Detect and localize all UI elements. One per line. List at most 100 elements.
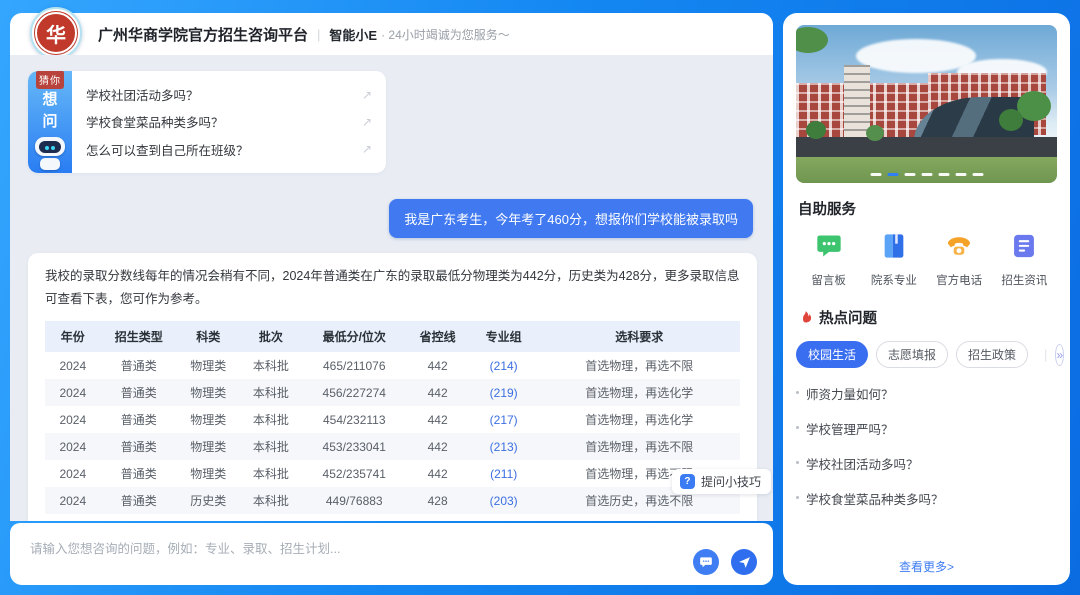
building-base-shape bbox=[796, 137, 1057, 157]
share-arrow-icon: ↗ bbox=[362, 88, 372, 102]
col-header: 批次 bbox=[240, 321, 303, 352]
major-group-link[interactable]: (219) bbox=[490, 386, 518, 400]
bot-answer-card: 我校的录取分数线每年的情况会稍有不同，2024年普通类在广东的录取最低分物理类为… bbox=[28, 253, 757, 521]
carousel-dot[interactable] bbox=[904, 173, 915, 177]
chat-bubble-icon bbox=[699, 555, 713, 569]
carousel-dot-active[interactable] bbox=[887, 173, 898, 177]
suggested-question[interactable]: 学校社团活动多吗？ ↗ bbox=[86, 85, 372, 104]
flame-icon bbox=[798, 310, 813, 325]
tab-policy[interactable]: 招生政策 bbox=[956, 341, 1028, 368]
banner-char: 想 bbox=[42, 89, 57, 111]
col-header: 选科要求 bbox=[538, 321, 740, 352]
hot-questions-header: 热点问题 bbox=[798, 307, 1055, 328]
lawn-shape bbox=[796, 157, 1057, 183]
carousel-dot[interactable] bbox=[955, 173, 966, 177]
quick-chat-button[interactable] bbox=[693, 549, 719, 575]
question-tips-button[interactable]: ? 提问小技巧 bbox=[672, 469, 771, 494]
carousel-dot[interactable] bbox=[870, 173, 881, 177]
col-header: 年份 bbox=[45, 321, 101, 352]
send-button-group bbox=[693, 549, 757, 575]
view-more-link[interactable]: 查看更多> bbox=[899, 558, 954, 575]
share-arrow-icon: ↗ bbox=[362, 115, 372, 129]
hot-question[interactable]: 学校社团活动多吗？ bbox=[796, 446, 1057, 481]
departments-icon bbox=[880, 232, 908, 260]
banner-tag: 猜你 bbox=[36, 71, 64, 89]
robot-mascot-icon bbox=[34, 137, 66, 170]
tree-shape bbox=[806, 121, 826, 139]
table-row: 2024普通类 物理类本科批 465/211076442 (214) 首选物理，… bbox=[45, 352, 740, 379]
table-row: 2024普通类 物理类本科批 454/232113442 (217) 首选物理，… bbox=[45, 406, 740, 433]
title-separator: | bbox=[317, 27, 320, 42]
services-title: 自助服务 bbox=[798, 198, 1055, 219]
major-group-link[interactable]: (211) bbox=[490, 467, 517, 481]
admission-news-icon bbox=[1010, 232, 1038, 260]
message-input-card bbox=[10, 523, 773, 585]
carousel-dot[interactable] bbox=[972, 173, 983, 177]
hot-question[interactable]: 学校食堂菜品种类多吗？ bbox=[796, 481, 1057, 516]
major-group-link[interactable]: (217) bbox=[490, 413, 518, 427]
message-board-icon bbox=[815, 232, 843, 260]
col-header: 省控线 bbox=[406, 321, 469, 352]
admission-score-table: 年份 招生类型 科类 批次 最低分/位次 省控线 专业组 选科要求 2024普通 bbox=[45, 321, 740, 521]
services-row: 留言板 院系专业 官方电话 bbox=[796, 232, 1057, 288]
page: 华 广州华商学院官方招生咨询平台 | 智能小E · 24小时竭诚为您服务～ 猜你… bbox=[0, 0, 1080, 595]
campus-photo-carousel[interactable] bbox=[796, 25, 1057, 183]
info-sidebar: 自助服务 留言板 院系专业 bbox=[783, 13, 1070, 585]
table-row: 2024普通类 历史类本科批 449/76883428 (203) 首选历史，再… bbox=[45, 487, 740, 514]
user-message-bubble: 我是广东考生，今年考了460分，想报你们学校能被录取吗 bbox=[389, 199, 753, 238]
table-row: 2024普通类 物理类本科批 452/235741442 (211) 首选物理，… bbox=[45, 460, 740, 487]
school-logo-emblem: 华 bbox=[35, 12, 77, 54]
header-bar: 华 广州华商学院官方招生咨询平台 | 智能小E · 24小时竭诚为您服务～ bbox=[10, 13, 773, 55]
chat-panel: 华 广州华商学院官方招生咨询平台 | 智能小E · 24小时竭诚为您服务～ 猜你… bbox=[10, 13, 773, 585]
tree-shape bbox=[866, 125, 884, 141]
phone-icon bbox=[945, 232, 973, 260]
service-tagline: · 24小时竭诚为您服务～ bbox=[381, 26, 510, 43]
tab-application[interactable]: 志愿填报 bbox=[876, 341, 948, 368]
table-row: 2024普通类 物理类本科批 445/247408442 (212) 首选物理，… bbox=[45, 514, 740, 521]
table-header-row: 年份 招生类型 科类 批次 最低分/位次 省控线 专业组 选科要求 bbox=[45, 321, 740, 352]
paper-plane-icon bbox=[738, 556, 751, 569]
hot-question[interactable]: 师资力量如何？ bbox=[796, 376, 1057, 411]
banner-char: 问 bbox=[42, 111, 57, 133]
expand-tabs-button[interactable]: » bbox=[1055, 344, 1064, 366]
col-header: 专业组 bbox=[469, 321, 539, 352]
table-row: 2024普通类 物理类本科批 456/227274442 (219) 首选物理，… bbox=[45, 379, 740, 406]
carousel-dot[interactable] bbox=[938, 173, 949, 177]
page-title: 广州华商学院官方招生咨询平台 bbox=[98, 24, 308, 45]
carousel-dots bbox=[870, 173, 983, 177]
service-departments[interactable]: 院系专业 bbox=[861, 232, 926, 288]
major-group-link[interactable]: (203) bbox=[490, 494, 518, 508]
suggested-question[interactable]: 学校食堂菜品种类多吗？ ↗ bbox=[86, 112, 372, 131]
bot-name: 智能小E bbox=[329, 25, 377, 44]
hot-question-list: 师资力量如何？ 学校管理严吗？ 学校社团活动多吗？ 学校食堂菜品种类多吗？ bbox=[796, 376, 1057, 516]
question-mark-icon: ? bbox=[680, 474, 695, 489]
hot-question[interactable]: 学校管理严吗？ bbox=[796, 411, 1057, 446]
send-button[interactable] bbox=[731, 549, 757, 575]
hot-question-tabs: 校园生活 志愿填报 招生政策 | » bbox=[796, 341, 1057, 368]
major-group-link[interactable]: (214) bbox=[490, 359, 518, 373]
message-input[interactable] bbox=[28, 536, 732, 574]
bot-answer-text: 我校的录取分数线每年的情况会稍有不同，2024年普通类在广东的录取最低分物理类为… bbox=[45, 265, 740, 311]
school-logo: 华 bbox=[30, 7, 82, 59]
suggested-questions-card: 猜你 想 问 学校社团活动多吗？ ↗ 学校食堂菜品种类多吗？ ↗ bbox=[28, 71, 386, 173]
tabs-divider: | bbox=[1044, 347, 1047, 362]
suggested-question-list: 学校社团活动多吗？ ↗ 学校食堂菜品种类多吗？ ↗ 怎么可以查到自己所在班级？ … bbox=[72, 71, 386, 173]
chat-area: 猜你 想 问 学校社团活动多吗？ ↗ 学校食堂菜品种类多吗？ ↗ bbox=[10, 55, 773, 521]
tab-campus-life[interactable]: 校园生活 bbox=[796, 341, 868, 368]
suggested-question[interactable]: 怎么可以查到自己所在班级？ ↗ bbox=[86, 140, 372, 159]
service-phone[interactable]: 官方电话 bbox=[927, 232, 992, 288]
service-admission-news[interactable]: 招生资讯 bbox=[992, 232, 1057, 288]
service-message-board[interactable]: 留言板 bbox=[796, 232, 861, 288]
col-header: 科类 bbox=[177, 321, 240, 352]
user-message-row: 我是广东考生，今年考了460分，想报你们学校能被录取吗 bbox=[10, 199, 753, 238]
tree-shape bbox=[999, 109, 1023, 131]
col-header: 最低分/位次 bbox=[302, 321, 406, 352]
hot-questions-title: 热点问题 bbox=[819, 307, 877, 328]
share-arrow-icon: ↗ bbox=[362, 142, 372, 156]
col-header: 招生类型 bbox=[101, 321, 177, 352]
tree-shape bbox=[796, 27, 828, 53]
major-group-link[interactable]: (213) bbox=[490, 440, 518, 454]
table-row: 2024普通类 物理类本科批 453/233041442 (213) 首选物理，… bbox=[45, 433, 740, 460]
guess-you-ask-banner: 猜你 想 问 bbox=[28, 71, 72, 173]
carousel-dot[interactable] bbox=[921, 173, 932, 177]
